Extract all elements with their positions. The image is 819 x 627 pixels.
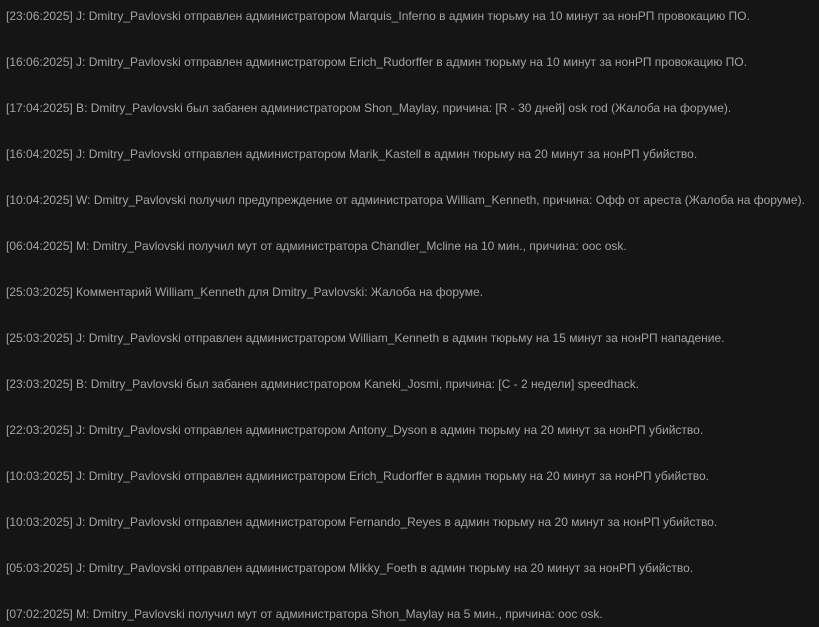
- log-entry: [16:04:2025] J: Dmitry_Pavlovski отправл…: [6, 147, 698, 161]
- log-entry: [07:02:2025] M: Dmitry_Pavlovski получил…: [6, 607, 603, 621]
- log-entry: [23:03:2025] B: Dmitry_Pavlovski был заб…: [6, 377, 640, 391]
- log-entry: [25:03:2025] Комментарий William_Kenneth…: [6, 285, 484, 299]
- log-entry: [10:03:2025] J: Dmitry_Pavlovski отправл…: [6, 469, 709, 483]
- log-entry: [16:06:2025] J: Dmitry_Pavlovski отправл…: [6, 55, 747, 69]
- log-entry: [22:03:2025] J: Dmitry_Pavlovski отправл…: [6, 423, 704, 437]
- log-entry: [17:04:2025] B: Dmitry_Pavlovski был заб…: [6, 101, 732, 115]
- log-entry: [10:03:2025] J: Dmitry_Pavlovski отправл…: [6, 515, 718, 529]
- log-entry: [06:04:2025] M: Dmitry_Pavlovski получил…: [6, 239, 627, 253]
- log-entry: [23:06:2025] J: Dmitry_Pavlovski отправл…: [6, 9, 750, 23]
- log-entry: [25:03:2025] J: Dmitry_Pavlovski отправл…: [6, 331, 725, 345]
- log-entry: [05:03:2025] J: Dmitry_Pavlovski отправл…: [6, 561, 694, 575]
- log-entry: [10:04:2025] W: Dmitry_Pavlovski получил…: [6, 193, 805, 207]
